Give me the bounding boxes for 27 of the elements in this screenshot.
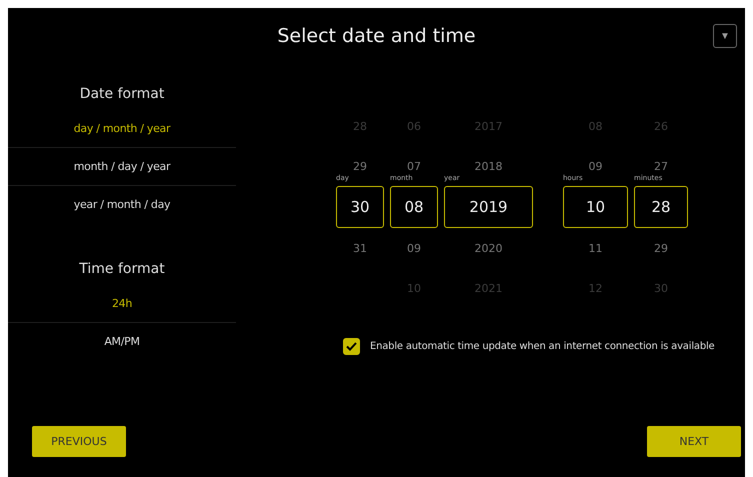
format-option[interactable]: month / day / year [8,147,236,185]
checkbox-label: Enable automatic time update when an internet connection is available [370,341,715,352]
selected-value-box[interactable]: 30 [336,186,384,228]
wheel-value[interactable]: 29 [654,228,668,268]
format-option[interactable]: 24h [8,285,236,322]
wheel-value[interactable]: 31 [353,228,367,268]
selected-value-box[interactable]: 08 [390,186,438,228]
next-button[interactable]: NEXT [647,426,741,457]
wheel-value[interactable]: 29 [353,146,367,186]
format-option[interactable]: year / month / day [8,185,236,223]
previous-button[interactable]: PREVIOUS [32,426,126,457]
selected-value-box[interactable]: 10 [563,186,628,228]
check-icon [346,342,357,351]
section-heading: Date format [80,86,164,102]
dropdown-button[interactable]: ▼ [713,24,737,48]
selected-value-box[interactable]: 28 [634,186,688,228]
format-option[interactable]: day / month / year [8,110,236,147]
wheel-value[interactable]: 09 [407,228,421,268]
section-heading: Time format [79,261,165,277]
selected-value-box[interactable]: 2019 [444,186,533,228]
wheel-value[interactable]: 2018 [474,146,502,186]
wheel-value[interactable]: 09 [588,146,602,186]
wheel-value[interactable]: 2020 [474,228,502,268]
window-title: Select date and time [277,25,476,47]
format-option[interactable]: AM/PM [8,322,236,360]
wheel-value[interactable]: 11 [588,228,602,268]
checkbox[interactable] [343,338,360,355]
